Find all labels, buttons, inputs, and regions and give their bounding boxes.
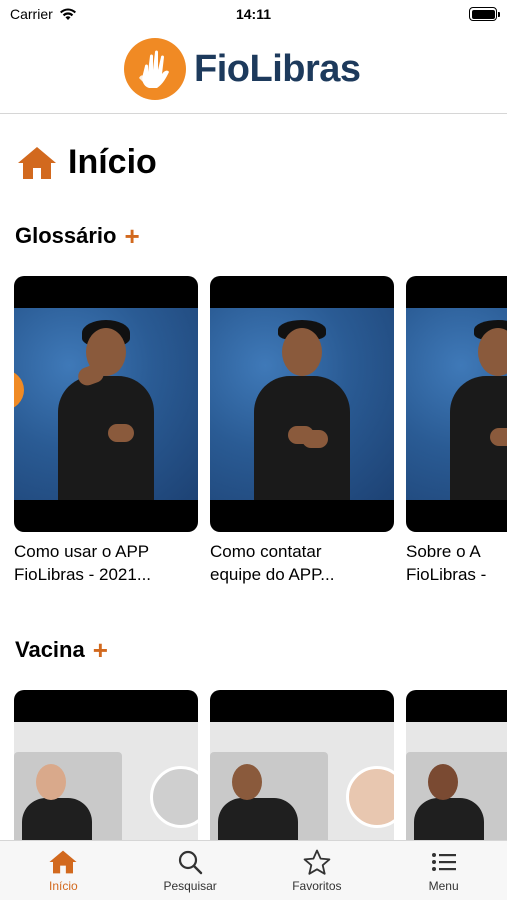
vaccine-inset-image [150,766,198,828]
section-header-vacina[interactable]: Vacina + [15,637,108,663]
section-title: Vacina [15,637,85,662]
video-title[interactable]: Sobre o A FioLibras - [406,540,507,586]
home-content[interactable]: Início Glossário + Como usar o APP FioLi… [0,115,507,840]
plus-icon[interactable]: + [124,223,139,249]
home-icon [18,146,56,179]
video-thumbnail[interactable] [406,690,507,840]
page-title: Início [68,143,157,181]
video-card[interactable]: Como contatar equipe do APP... [210,276,394,586]
sign-language-hands-icon [124,38,186,100]
app-logo-text: FioLibras [194,47,361,90]
video-thumbnail[interactable] [14,276,198,532]
video-card[interactable]: Sobre o A FioLibras - [406,276,507,586]
page-title-row: Início [16,143,157,182]
video-title[interactable]: Como usar o APP FioLibras - 2021... [14,540,198,586]
interpreter-figure [48,314,164,500]
tab-label: Favoritos [292,879,342,893]
interpreter-figure [440,314,507,500]
vaccine-inset-image [346,766,394,828]
tab-menu[interactable]: Menu [380,841,507,900]
video-thumbnail[interactable] [210,690,394,840]
app-screen: Carrier 14:11 FioLibras Início Glossário… [0,0,507,900]
video-title[interactable]: Como contatar equipe do APP... [210,540,394,586]
star-icon [303,849,331,875]
clock: 14:11 [235,6,272,22]
tab-label: Pesquisar [163,879,217,893]
video-card[interactable]: Como usar o APP FioLibras - 2021... [14,276,198,586]
tab-label: Menu [428,879,459,893]
tab-pesquisar[interactable]: Pesquisar [127,841,254,900]
list-icon [431,853,456,871]
battery-icon [469,7,500,21]
video-thumbnail[interactable] [406,276,507,532]
search-icon [179,850,203,875]
video-card[interactable] [406,690,507,840]
app-logo: FioLibras [124,38,361,100]
vacina-carousel[interactable] [14,690,507,840]
glossario-carousel[interactable]: Como usar o APP FioLibras - 2021... Como… [14,276,507,586]
section-title: Glossário [15,223,117,248]
video-thumbnail[interactable] [210,276,394,532]
section-header-glossario[interactable]: Glossário + [15,223,140,249]
app-header: FioLibras [0,30,507,114]
video-card[interactable] [14,690,198,840]
video-card[interactable] [210,690,394,840]
tab-label: Início [49,879,78,893]
interpreter-figure [244,314,360,500]
tab-favoritos[interactable]: Favoritos [254,841,381,900]
video-thumbnail[interactable] [14,690,198,840]
plus-icon[interactable]: + [93,637,108,663]
orange-badge-icon [14,370,24,410]
home-icon [49,850,77,874]
tab-bar: Início Pesquisar Favoritos Menu [0,840,507,900]
tab-inicio[interactable]: Início [0,841,127,900]
status-bar: Carrier 14:11 [0,0,507,30]
